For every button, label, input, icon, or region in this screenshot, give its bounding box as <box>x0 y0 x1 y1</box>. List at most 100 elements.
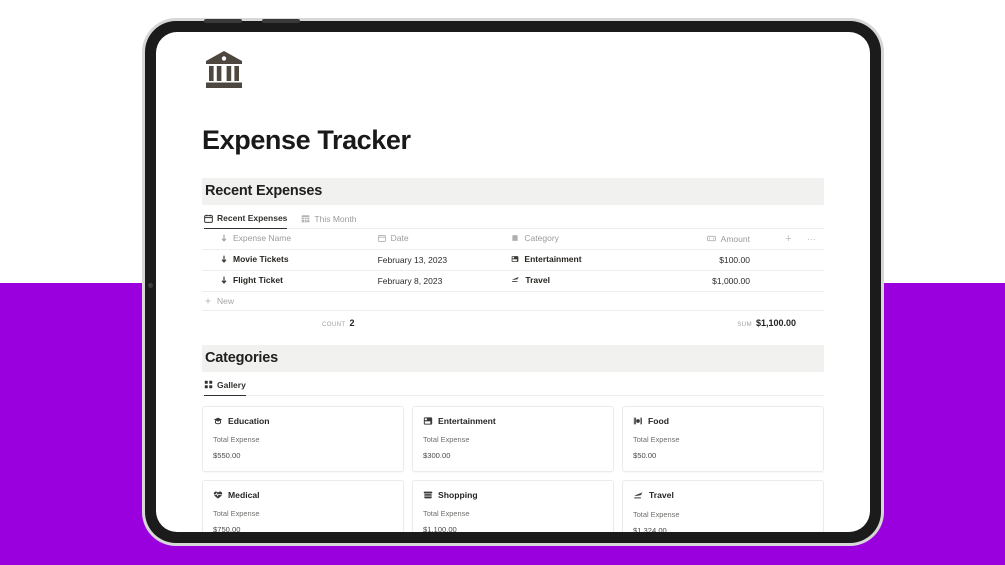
plus-icon <box>204 297 212 305</box>
category-total-value: $1,100.00 <box>423 524 457 533</box>
category-card-education[interactable]: Education Total Expense $550.00 <box>202 405 404 472</box>
category-name: Entertainment <box>438 415 496 426</box>
table-row[interactable]: Movie Tickets February 13, 2023 Entertai… <box>202 249 824 271</box>
category-field-label: Total Expense <box>213 434 260 444</box>
page-title: Expense Tracker <box>202 125 411 155</box>
tab-recent-expenses-label: Recent Expenses <box>217 213 288 223</box>
new-row-label: New <box>217 295 235 306</box>
volume-up-button[interactable] <box>204 19 242 23</box>
cell-date[interactable]: February 13, 2023 <box>377 249 512 271</box>
column-header-amount[interactable]: Amount <box>652 229 778 250</box>
category-text: Travel <box>525 274 550 285</box>
expense-name-text: Movie Tickets <box>233 254 289 264</box>
category-total-value: $300.00 <box>423 450 451 460</box>
category-field-label: Total Expense <box>423 508 470 518</box>
store-icon <box>423 490 433 500</box>
category-field-label: Total Expense <box>633 509 680 519</box>
new-row-button[interactable]: New <box>202 292 824 311</box>
table-more-options-button[interactable]: ··· <box>798 229 824 250</box>
title-property-icon <box>220 276 228 284</box>
category-card-entertainment[interactable]: Entertainment Total Expense $300.00 <box>412 405 614 472</box>
category-card-title: Education <box>213 416 393 426</box>
cell-amount[interactable]: $1,000.00 <box>652 270 778 292</box>
cutlery-icon <box>633 416 643 426</box>
bank-building-icon[interactable] <box>202 48 824 97</box>
tablet-device-frame: Expense Tracker Recent Expenses Recent E… <box>142 18 884 546</box>
category-name: Shopping <box>438 489 478 500</box>
category-name: Education <box>228 415 270 426</box>
tab-this-month[interactable]: This Month <box>301 214 356 229</box>
recent-expenses-heading: Recent Expenses <box>202 178 824 205</box>
category-card-title: Food <box>633 416 813 426</box>
row-spacer-plus <box>777 270 799 292</box>
cell-category[interactable]: Entertainment <box>511 249 653 271</box>
airplane-icon <box>511 275 520 284</box>
front-camera <box>148 283 153 288</box>
table-header-row: Expense Name Date Category Amount + ··· <box>202 229 824 250</box>
count-label: COUNT <box>322 320 346 328</box>
tab-gallery[interactable]: Gallery <box>204 380 246 396</box>
tab-recent-expenses[interactable]: Recent Expenses <box>204 213 288 229</box>
cell-date[interactable]: February 8, 2023 <box>377 270 512 292</box>
number-property-icon <box>706 235 716 242</box>
column-header-expense-name-label: Expense Name <box>233 233 292 244</box>
category-card-title: Entertainment <box>423 416 603 426</box>
tablet-bezel: Expense Tracker Recent Expenses Recent E… <box>145 21 881 543</box>
category-total-value: $550.00 <box>213 450 241 460</box>
category-field-label: Total Expense <box>423 434 470 444</box>
tab-gallery-label: Gallery <box>217 379 246 390</box>
cell-expense-name[interactable]: Movie Tickets <box>202 249 378 271</box>
category-text: Entertainment <box>524 254 582 264</box>
row-spacer-dots <box>798 249 824 271</box>
table-summary-row: COUNT 2 SUM $1,100.00 <box>202 311 824 335</box>
add-column-button[interactable]: + <box>777 229 799 250</box>
expense-name-text: Flight Ticket <box>233 275 283 285</box>
category-card-travel[interactable]: Travel Total Expense $1,324.00 <box>622 479 824 532</box>
count-value: 2 <box>349 317 355 328</box>
title-property-icon <box>220 255 228 263</box>
cell-amount[interactable]: $100.00 <box>652 249 778 271</box>
airplane-icon <box>633 490 644 501</box>
category-card-title: Shopping <box>423 490 603 500</box>
categories-gallery: Education Total Expense $550.00 Entertai… <box>202 405 824 533</box>
cell-category[interactable]: Travel <box>511 270 653 292</box>
category-total-value: $750.00 <box>213 524 241 533</box>
table-row[interactable]: Flight Ticket February 8, 2023 Travel $1… <box>202 270 824 292</box>
category-total-value: $50.00 <box>633 450 657 460</box>
tablet-screen: Expense Tracker Recent Expenses Recent E… <box>156 32 870 532</box>
film-icon <box>511 255 519 263</box>
category-name: Medical <box>228 489 260 500</box>
row-spacer-dots <box>798 270 824 292</box>
column-header-date[interactable]: Date <box>377 229 512 250</box>
table-icon <box>301 214 310 223</box>
category-card-food[interactable]: Food Total Expense $50.00 <box>622 405 824 472</box>
category-name: Food <box>648 415 669 426</box>
sum-summary[interactable]: SUM $1,100.00 <box>737 318 824 328</box>
column-header-amount-label: Amount <box>720 233 750 244</box>
categories-view-tabs: Gallery <box>202 372 824 396</box>
film-icon <box>423 416 433 426</box>
category-card-shopping[interactable]: Shopping Total Expense $1,100.00 <box>412 479 614 533</box>
graduation-cap-icon <box>213 416 223 426</box>
category-name: Travel <box>649 490 674 500</box>
cell-expense-name[interactable]: Flight Ticket <box>202 270 378 292</box>
count-summary[interactable]: COUNT 2 <box>322 318 355 328</box>
categories-heading: Categories <box>202 344 824 372</box>
title-property-icon <box>220 234 228 242</box>
tab-this-month-label: This Month <box>314 213 357 224</box>
sum-value: $1,100.00 <box>755 317 796 328</box>
category-card-title: Medical <box>213 490 393 500</box>
volume-down-button[interactable] <box>262 19 300 23</box>
column-header-category-label: Category <box>524 233 559 244</box>
sum-label: SUM <box>737 320 752 328</box>
calendar-icon <box>204 214 213 223</box>
category-field-label: Total Expense <box>633 434 680 444</box>
notion-page: Expense Tracker Recent Expenses Recent E… <box>156 32 870 532</box>
column-header-date-label: Date <box>390 233 409 244</box>
category-field-label: Total Expense <box>213 508 260 518</box>
column-header-expense-name[interactable]: Expense Name <box>202 229 378 250</box>
expenses-table: Expense Name Date Category Amount + ··· … <box>202 229 824 292</box>
relation-property-icon <box>511 234 519 242</box>
category-card-medical[interactable]: Medical Total Expense $750.00 <box>202 479 404 533</box>
column-header-category[interactable]: Category <box>511 229 653 250</box>
